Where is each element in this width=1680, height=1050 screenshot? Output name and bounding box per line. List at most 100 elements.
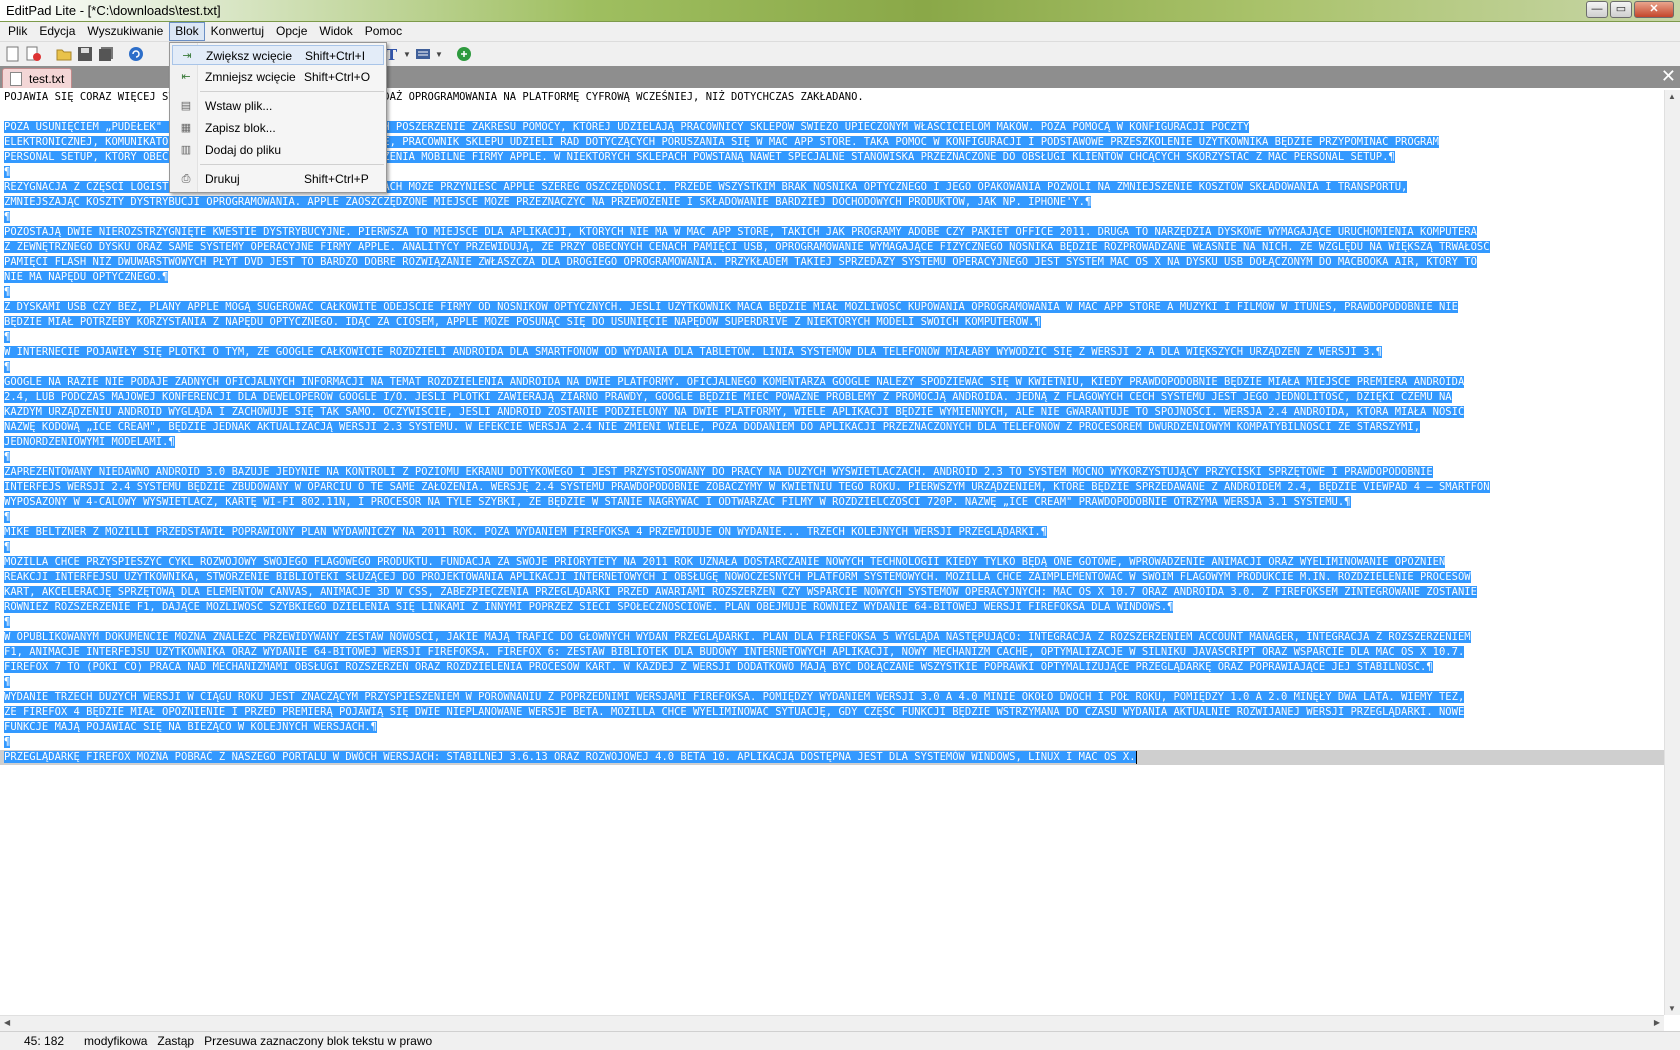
web-icon[interactable] (455, 45, 473, 63)
menu-wyszukiwanie[interactable]: Wyszukiwanie (81, 22, 169, 41)
menu-plik[interactable]: Plik (2, 22, 33, 41)
horizontal-scrollbar[interactable]: ◀ ▶ (0, 1015, 1664, 1031)
selected-text: Z DYSKAMI USB CZY BEZ, PLANY APPLE MOGĄ … (4, 301, 1458, 313)
text-line[interactable]: GOOGLE NA RAZIE NIE PODAJE ŻADNYCH OFICJ… (0, 375, 1664, 390)
close-window-button[interactable]: ✕ (1634, 1, 1674, 18)
scroll-left-icon[interactable]: ◀ (4, 1018, 10, 1027)
minimize-button[interactable]: — (1586, 1, 1608, 18)
text-line[interactable]: PAMIĘCI FLASH NIŻ DWUWARSTWOWYCH PŁYT DV… (0, 255, 1664, 270)
text-line[interactable]: ¶ (0, 510, 1664, 525)
scroll-right-icon[interactable]: ▶ (1654, 1018, 1660, 1027)
selected-text: ¶ (4, 616, 11, 628)
text-line[interactable]: REAKCJI INTERFEJSU UŻYTKOWNIKA, STWORZEN… (0, 570, 1664, 585)
window-title: EditPad Lite - [*C:\downloads\test.txt] (6, 3, 221, 18)
text-line[interactable]: 2.4, LUB PODCZAS MAJOWEJ KONFERENCJI DLA… (0, 390, 1664, 405)
text-line[interactable]: ¶ (0, 540, 1664, 555)
text-line[interactable]: ¶ (0, 210, 1664, 225)
text-line[interactable]: BĘDZIE MIAŁ POTRZEBY KORZYSTANIA Z NAPĘD… (0, 315, 1664, 330)
text-line[interactable]: FIREFOX 7 TO (PÓKI CO) PRACA NAD MECHANI… (0, 660, 1664, 675)
text-line[interactable]: ¶ (0, 675, 1664, 690)
text-line[interactable]: MOZILLA CHCE PRZYSPIESZYĆ CYKL ROZWOJOWY… (0, 555, 1664, 570)
scroll-up-icon[interactable]: ▲ (1668, 92, 1676, 101)
save-all-icon[interactable] (97, 45, 115, 63)
text-line[interactable]: ZAPREZENTOWANY NIEDAWNO ANDROID 3.0 BAZU… (0, 465, 1664, 480)
menu-edycja[interactable]: Edycja (33, 22, 81, 41)
text-line[interactable]: JEDNORDZENIOWYMI MODELAMI.¶ (0, 435, 1664, 450)
selected-text: JEDNORDZENIOWYMI MODELAMI.¶ (4, 436, 175, 448)
selected-text: ¶ (4, 736, 11, 748)
text-editor[interactable]: POJAWIA SIĘ CORAZ WIĘCEJ SYGNAŁÓW, ŻE AP… (0, 90, 1664, 1015)
selected-text: INTERFEJS WERSJI 2.4 SYSTEMU BĘDZIE ZBUD… (4, 481, 1490, 493)
selected-text: Z ZEWNĘTRZNEGO DYSKU ORAZ SAME SYSTEMY O… (4, 241, 1490, 253)
selected-text: POZOSTAJĄ DWIE NIEROZSTRZYGNIĘTE KWESTIE… (4, 226, 1477, 238)
tab-test-txt[interactable]: test.txt (2, 68, 72, 88)
text-line[interactable]: ŻE FIREFOX 4 BĘDZIE MIAŁ OPÓŹNIENIE I PR… (0, 705, 1664, 720)
selected-text: RÓWNIEŻ ROZSZERZENIE F1, DAJĄCE MOŻLIWOŚ… (4, 601, 1174, 613)
modified-indicator: modyfikowa (84, 1034, 148, 1048)
maximize-button[interactable]: ▭ (1610, 1, 1632, 18)
close-file-icon[interactable] (25, 45, 43, 63)
text-line[interactable]: ¶ (0, 615, 1664, 630)
text-line[interactable]: F1, ANIMACJE INTERFEJSU UŻYTKOWNIKA ORAZ… (0, 645, 1664, 660)
text-line[interactable]: ZMNIEJSZAJĄC KOSZTY DYSTRYBUCJI OPROGRAM… (0, 195, 1664, 210)
indent-increase-icon: ⇥ (182, 50, 192, 62)
menu-item-print[interactable]: ⎙ Drukuj Shift+Ctrl+P (172, 169, 384, 189)
menu-pomoc[interactable]: Pomoc (359, 22, 408, 41)
text-line[interactable]: ¶ (0, 450, 1664, 465)
selected-text: PAMIĘCI FLASH NIŻ DWUWARSTWOWYCH PŁYT DV… (4, 256, 1477, 268)
selected-text: MIKE BELTZNER Z MOZILLI PRZEDSTAWIŁ POPR… (4, 526, 1048, 538)
selected-text: ZMNIEJSZAJĄC KOSZTY DYSTRYBUCJI OPROGRAM… (4, 196, 1092, 208)
menu-separator (200, 91, 384, 92)
text-line[interactable]: WYPOSAŻONY W 4-CALOWY WYŚWIETLACZ, KARTĘ… (0, 495, 1664, 510)
open-folder-icon[interactable] (55, 45, 73, 63)
text-line[interactable]: Z ZEWNĘTRZNEGO DYSKU ORAZ SAME SYSTEMY O… (0, 240, 1664, 255)
text-line[interactable]: W OPUBLIKOWANYM DOKUMENCIE MOŻNA ZNALEŹĆ… (0, 630, 1664, 645)
text-line[interactable]: PRZEGLĄDARKĘ FIREFOX MOŻNA POBRAĆ Z NASZ… (0, 750, 1664, 765)
selected-text: FIREFOX 7 TO (PÓKI CO) PRACA NAD MECHANI… (4, 661, 1433, 673)
selected-text: WYPOSAŻONY W 4-CALOWY WYŚWIETLACZ, KARTĘ… (4, 496, 1351, 508)
text-line[interactable]: ¶ (0, 735, 1664, 750)
selected-text: MOZILLA CHCE PRZYSPIESZYĆ CYKL ROZWOJOWY… (4, 556, 1446, 568)
text-line[interactable]: FUNKCJE MAJĄ POJAWIAĆ SIĘ NA BIEŻĄCO W K… (0, 720, 1664, 735)
selected-text: ¶ (4, 511, 11, 523)
dropdown-arrow-icon[interactable]: ▼ (403, 45, 411, 63)
selected-text: ¶ (4, 286, 11, 298)
text-line[interactable]: NAZWĘ KODOWĄ „ICE CREAM", BĘDZIE JEDNAK … (0, 420, 1664, 435)
close-tab-icon[interactable]: ✕ (1661, 67, 1676, 85)
text-line[interactable]: NIE MA NAPĘDU OPTYCZNEGO.¶ (0, 270, 1664, 285)
text-line[interactable]: WYDANIE TRZECH DUŻYCH WERSJI W CIĄGU ROK… (0, 690, 1664, 705)
vertical-scrollbar[interactable]: ▲ ▼ (1664, 90, 1680, 1015)
menu-item-save-block[interactable]: ▦ Zapisz blok... (172, 118, 384, 138)
menu-opcje[interactable]: Opcje (270, 22, 313, 41)
menu-item-indent[interactable]: ⇥ Zwiększ wcięcie Shift+Ctrl+I (172, 45, 384, 65)
text-line[interactable]: KAŻDYM URZĄDZENIU ANDROID WYGLĄDA I ZACH… (0, 405, 1664, 420)
text-line[interactable]: ¶ (0, 330, 1664, 345)
text-line[interactable]: INTERFEJS WERSJI 2.4 SYSTEMU BĘDZIE ZBUD… (0, 480, 1664, 495)
selected-text: NIE MA NAPĘDU OPTYCZNEGO.¶ (4, 271, 169, 283)
text-line[interactable]: RÓWNIEŻ ROZSZERZENIE F1, DAJĄCE MOŻLIWOŚ… (0, 600, 1664, 615)
dropdown-arrow-icon[interactable]: ▼ (435, 45, 443, 63)
svg-text:T: T (386, 46, 398, 62)
menu-item-insert-file[interactable]: ▤ Wstaw plik... (172, 96, 384, 116)
selected-text: ¶ (4, 451, 11, 463)
menu-widok[interactable]: Widok (313, 22, 358, 41)
text-line[interactable]: MIKE BELTZNER Z MOZILLI PRZEDSTAWIŁ POPR… (0, 525, 1664, 540)
text-line[interactable]: ¶ (0, 360, 1664, 375)
new-file-icon[interactable] (4, 45, 22, 63)
text-line[interactable]: POZOSTAJĄ DWIE NIEROZSTRZYGNIĘTE KWESTIE… (0, 225, 1664, 240)
text-line[interactable]: ¶ (0, 285, 1664, 300)
status-bar: 45: 182 modyfikowa Zastąp Przesuwa zazna… (0, 1031, 1680, 1050)
menu-konwertuj[interactable]: Konwertuj (205, 22, 270, 41)
text-line[interactable]: W INTERNECIE POJAWIŁY SIĘ PLOTKI O TYM, … (0, 345, 1664, 360)
format-icon[interactable] (414, 45, 432, 63)
menu-item-append-file[interactable]: ▥ Dodaj do pliku (172, 140, 384, 160)
menu-blok[interactable]: Blok (169, 22, 205, 41)
save-icon[interactable] (76, 45, 94, 63)
undo-icon[interactable] (127, 45, 145, 63)
selected-text: ¶ (4, 361, 11, 373)
tab-label: test.txt (29, 72, 65, 86)
text-line[interactable]: Z DYSKAMI USB CZY BEZ, PLANY APPLE MOGĄ … (0, 300, 1664, 315)
scroll-down-icon[interactable]: ▼ (1668, 1004, 1676, 1013)
menu-item-outdent[interactable]: ⇤ Zmniejsz wcięcie Shift+Ctrl+O (172, 67, 384, 87)
text-line[interactable]: KART, AKCELERACJĘ SPRZĘTOWĄ DLA ELEMENTÓ… (0, 585, 1664, 600)
